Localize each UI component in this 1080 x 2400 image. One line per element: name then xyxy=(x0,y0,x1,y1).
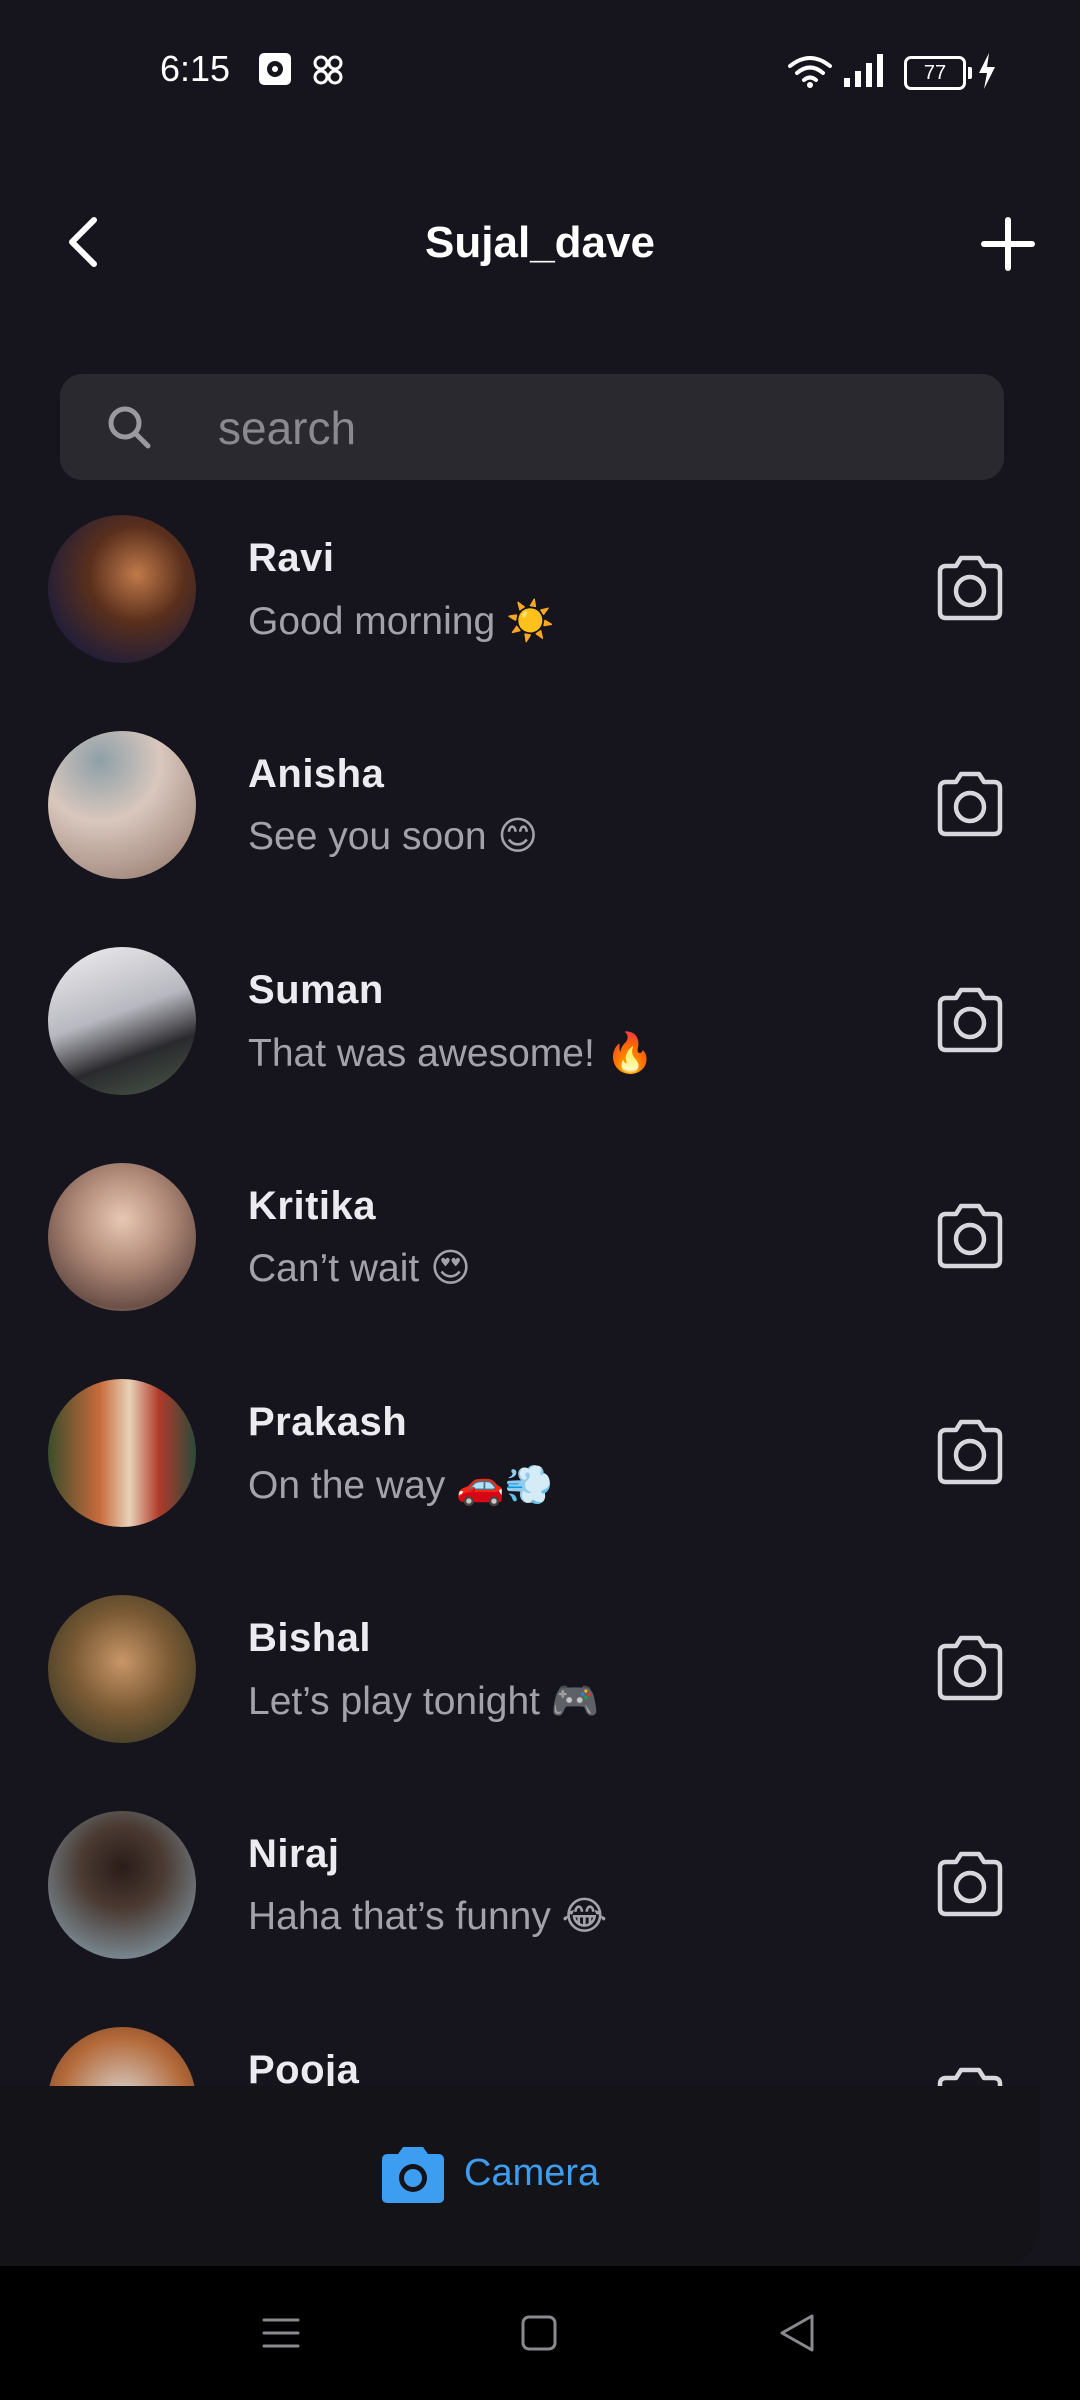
chat-message: Can’t wait 😍 xyxy=(248,1247,471,1290)
screen: 6:15 77 Sujal_dave search Ravi Good morn… xyxy=(0,0,1080,2400)
chat-message: That was awesome! 🔥 xyxy=(248,1032,655,1075)
notification-app-icon xyxy=(259,53,291,85)
camera-icon[interactable] xyxy=(932,550,1008,626)
signal-icon xyxy=(844,54,883,87)
system-nav-bar xyxy=(0,2266,1080,2400)
camera-icon[interactable] xyxy=(932,1846,1008,1922)
chat-message: See you soon 😊 xyxy=(248,815,539,858)
status-bar: 6:15 77 xyxy=(0,0,1080,140)
bottom-camera-bar: Camera xyxy=(0,2086,1040,2266)
battery-level: 77 xyxy=(923,62,947,84)
search-icon xyxy=(108,406,151,449)
chat-name: Bishal xyxy=(248,1616,372,1660)
camera-button-label: Camera xyxy=(464,2152,600,2194)
camera-icon[interactable] xyxy=(932,1630,1008,1706)
search-input[interactable] xyxy=(216,374,980,482)
chat-item-bishal[interactable]: Bishal Let’s play tonight 🎮 xyxy=(0,1580,1080,1796)
chat-name: Ravi xyxy=(248,536,335,580)
home-square-icon[interactable] xyxy=(514,2308,564,2358)
camera-icon[interactable] xyxy=(932,1198,1008,1274)
camera-button[interactable]: Camera xyxy=(380,2142,620,2212)
chat-item-kritika[interactable]: Kritika Can’t wait 😍 xyxy=(0,1148,1080,1364)
chat-name: Suman xyxy=(248,968,384,1012)
avatar[interactable] xyxy=(48,1595,196,1743)
back-triangle-icon[interactable] xyxy=(772,2308,822,2358)
avatar[interactable] xyxy=(48,947,196,1095)
plus-icon xyxy=(981,217,1035,271)
menu-icon[interactable] xyxy=(256,2308,306,2358)
status-time: 6:15 xyxy=(160,48,231,89)
chat-item-pooja[interactable]: Pooja xyxy=(0,2012,1080,2086)
search-bar[interactable] xyxy=(60,374,1004,482)
chat-message: Haha that’s funny 😂 xyxy=(248,1895,608,1938)
header: Sujal_dave xyxy=(0,190,1080,300)
avatar[interactable] xyxy=(48,1163,196,1311)
chat-item-ravi[interactable]: Ravi Good morning ☀️ xyxy=(0,500,1080,716)
chat-name: Kritika xyxy=(248,1184,376,1228)
chat-item-anisha[interactable]: Anisha See you soon 😊 xyxy=(0,716,1080,932)
chat-list: Ravi Good morning ☀️ Anisha See you soon… xyxy=(0,500,1080,2086)
chat-item-suman[interactable]: Suman That was awesome! 🔥 xyxy=(0,932,1080,1148)
chat-message: On the way 🚗💨 xyxy=(248,1464,554,1507)
chat-name: Niraj xyxy=(248,1832,340,1876)
chat-message: Good morning ☀️ xyxy=(248,600,555,643)
camera-icon[interactable] xyxy=(932,1414,1008,1490)
wifi-icon xyxy=(788,56,832,88)
battery-indicator: 77 xyxy=(904,56,972,90)
chat-name: Anisha xyxy=(248,752,385,796)
avatar[interactable] xyxy=(48,1379,196,1527)
chat-item-niraj[interactable]: Niraj Haha that’s funny 😂 xyxy=(0,1796,1080,2012)
chat-name: Prakash xyxy=(248,1400,408,1444)
camera-icon xyxy=(382,2147,444,2203)
chat-item-prakash[interactable]: Prakash On the way 🚗💨 xyxy=(0,1364,1080,1580)
chat-message: Let’s play tonight 🎮 xyxy=(248,1680,600,1723)
avatar[interactable] xyxy=(48,731,196,879)
camera-icon[interactable] xyxy=(932,766,1008,842)
camera-icon[interactable] xyxy=(932,982,1008,1058)
avatar[interactable] xyxy=(48,515,196,663)
page-title: Sujal_dave xyxy=(425,218,655,267)
avatar[interactable] xyxy=(48,2027,196,2086)
pinwheel-icon xyxy=(313,55,343,85)
charging-icon xyxy=(979,53,995,89)
camera-icon[interactable] xyxy=(932,2062,1008,2086)
add-button[interactable] xyxy=(976,212,1040,276)
chat-name: Pooja xyxy=(248,2048,360,2086)
avatar[interactable] xyxy=(48,1811,196,1959)
